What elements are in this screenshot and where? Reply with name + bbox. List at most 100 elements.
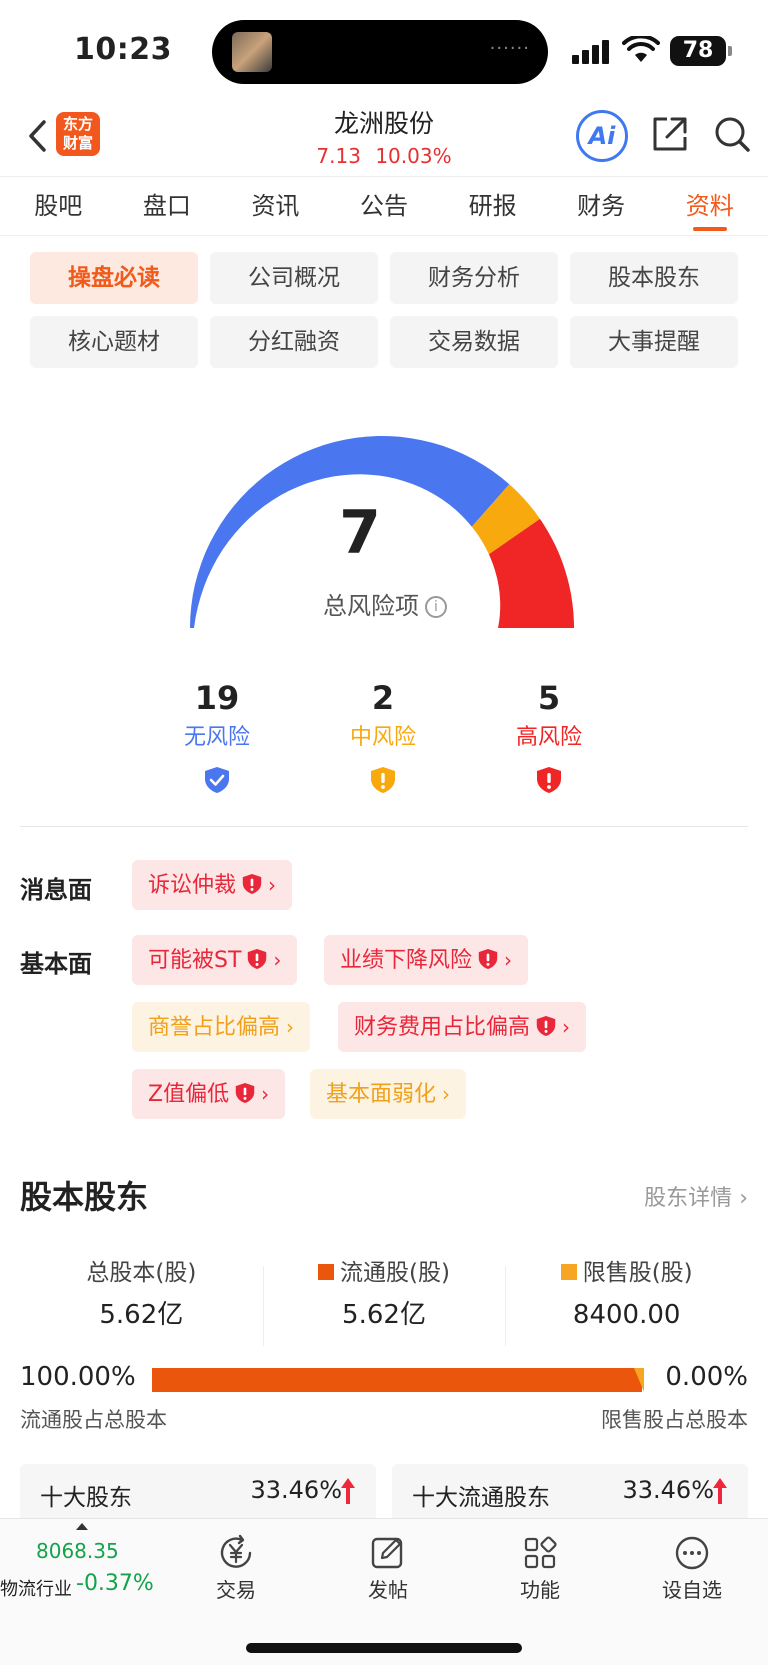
risk-tag-earnings-decline[interactable]: 业绩下降风险 › xyxy=(324,935,529,985)
industry-index-name[interactable]: 物流行业 xyxy=(0,1575,72,1601)
top10-float-shareholders-pct: 33.46% xyxy=(622,1476,714,1504)
float-legend-swatch xyxy=(318,1264,335,1280)
info-icon[interactable]: i xyxy=(425,596,447,618)
float-shares-label: 流通股(股) xyxy=(340,1260,450,1286)
restricted-shares-label: 限售股(股) xyxy=(582,1260,693,1286)
restricted-shares-value: 8400.00 xyxy=(572,1300,681,1330)
stock-header: 龙洲股份 7.13 10.03% 东方 财富 Ai xyxy=(0,100,768,176)
industry-index-change[interactable]: -0.37% xyxy=(76,1571,154,1596)
status-time: 10:23 xyxy=(74,32,172,67)
restricted-ratio-pct: 0.00% xyxy=(665,1362,748,1392)
main-tabs: 股吧 盘口 资讯 公告 研报 财务 资料 xyxy=(0,176,768,236)
shareholder-details-link[interactable]: 股东详情 › xyxy=(644,1180,748,1212)
submenu-trading-data[interactable]: 交易数据 xyxy=(390,316,558,368)
nav-trade[interactable]: 交易 xyxy=(186,1533,286,1607)
submenu-shareholders[interactable]: 股本股东 xyxy=(570,252,738,304)
tab-announcements[interactable]: 公告 xyxy=(330,177,439,235)
tab-guba[interactable]: 股吧 xyxy=(4,177,113,235)
risk-tag-goodwill-high[interactable]: 商誉占比偏高 › xyxy=(132,1002,311,1052)
risk-stat-high[interactable]: 5 高风险 xyxy=(466,676,632,794)
total-risk-count: 7 xyxy=(339,498,381,568)
chevron-right-icon: › xyxy=(504,948,513,972)
total-risk-label: 总风险项 i xyxy=(290,586,480,621)
share-capital-summary: 总股本(股) 5.62亿 流通股(股) 5.62亿 限售股(股) 8400.00 xyxy=(20,1256,748,1346)
total-shares-column: 总股本(股) 5.62亿 xyxy=(20,1256,263,1340)
yen-exchange-icon xyxy=(220,1534,252,1568)
float-shares-value: 5.62亿 xyxy=(342,1300,426,1330)
profile-submenu: 操盘必读 公司概况 财务分析 股本股东 核心题材 分红融资 交易数据 大事提醒 xyxy=(30,252,740,368)
submenu-financial-analysis[interactable]: 财务分析 xyxy=(390,252,558,304)
tab-pankou[interactable]: 盘口 xyxy=(113,177,222,235)
wifi-icon xyxy=(622,36,660,62)
back-arrow-icon[interactable] xyxy=(24,116,54,156)
island-waveform-icon: ······ xyxy=(489,38,530,59)
risk-stat-medium[interactable]: 2 中风险 xyxy=(300,676,466,794)
float-ratio-pct: 100.00% xyxy=(20,1362,136,1392)
risk-tag-fundamentals-weakening[interactable]: 基本面弱化 › xyxy=(310,1069,467,1119)
submenu-dividends-financing[interactable]: 分红融资 xyxy=(210,316,378,368)
shield-alert-icon xyxy=(537,767,561,793)
ai-assistant-button[interactable]: Ai xyxy=(576,110,628,162)
chevron-right-icon: › xyxy=(261,1082,270,1106)
news-aspect-label: 消息面 xyxy=(20,876,92,904)
arrow-up-icon xyxy=(341,1478,355,1504)
risk-tag-finance-cost-high[interactable]: 财务费用占比偏高 › xyxy=(338,1002,587,1052)
share-icon[interactable] xyxy=(650,114,690,154)
ratio-labels: 流通股占总股本 限售股占总股本 xyxy=(20,1404,748,1434)
live-activity-thumbnail xyxy=(232,32,272,72)
shield-alert-icon xyxy=(536,1016,556,1036)
medium-risk-label: 中风险 xyxy=(349,725,416,750)
shield-alert-icon xyxy=(242,874,262,894)
home-indicator xyxy=(246,1643,522,1653)
submenu-trading-guide[interactable]: 操盘必读 xyxy=(30,252,198,304)
risk-stat-none[interactable]: 19 无风险 xyxy=(134,676,300,794)
high-risk-label: 高风险 xyxy=(515,725,582,750)
search-icon[interactable] xyxy=(712,114,752,154)
total-shares-value: 5.62亿 xyxy=(99,1300,184,1330)
shield-alert-icon xyxy=(371,767,395,793)
restricted-legend-swatch xyxy=(560,1264,577,1280)
eastmoney-logo[interactable]: 东方 财富 xyxy=(56,112,100,156)
shield-check-icon xyxy=(205,767,229,793)
shareholders-title: 股本股东 xyxy=(20,1178,149,1216)
shield-alert-icon xyxy=(248,949,267,969)
share-ratio-row: 100.00% 0.00% xyxy=(20,1362,748,1398)
medium-risk-count: 2 xyxy=(371,679,395,717)
submenu-core-themes[interactable]: 核心题材 xyxy=(30,316,198,368)
shield-alert-icon xyxy=(478,949,498,969)
restricted-ratio-label: 限售股占总股本 xyxy=(601,1408,748,1432)
more-circle-icon xyxy=(675,1536,709,1570)
risk-tag-litigation[interactable]: 诉讼仲裁 › xyxy=(132,860,293,910)
risk-tag-z-score-low[interactable]: Z值偏低 › xyxy=(132,1069,286,1119)
nav-post-label: 发帖 xyxy=(368,1578,408,1602)
share-ratio-bar xyxy=(152,1368,644,1392)
risk-stats: 19 无风险 2 中风险 5 高风险 xyxy=(134,676,634,794)
dynamic-island: ······ xyxy=(212,20,548,84)
tab-profile[interactable]: 资料 xyxy=(655,177,764,235)
nav-add-watchlist-label: 设自选 xyxy=(662,1578,722,1602)
chevron-right-icon: › xyxy=(268,873,277,897)
chevron-right-icon: › xyxy=(286,1015,295,1039)
float-ratio-label: 流通股占总股本 xyxy=(20,1408,167,1432)
expand-up-icon[interactable] xyxy=(76,1523,88,1530)
submenu-major-events[interactable]: 大事提醒 xyxy=(570,316,738,368)
tab-finance[interactable]: 财务 xyxy=(547,177,656,235)
high-risk-count: 5 xyxy=(537,679,561,717)
tab-research[interactable]: 研报 xyxy=(438,177,547,235)
chevron-right-icon: › xyxy=(442,1082,451,1106)
nav-post[interactable]: 发帖 xyxy=(338,1533,438,1607)
chevron-right-icon: › xyxy=(562,1015,571,1039)
top10-shareholders-pct: 33.46% xyxy=(250,1476,342,1504)
risk-tag-possible-st[interactable]: 可能被ST › xyxy=(132,935,298,985)
cellular-signal-icon xyxy=(572,40,612,64)
nav-add-watchlist[interactable]: 设自选 xyxy=(642,1533,742,1607)
nav-functions[interactable]: 功能 xyxy=(490,1533,590,1607)
industry-index-value[interactable]: 8068.35 xyxy=(36,1539,119,1563)
submenu-company-overview[interactable]: 公司概况 xyxy=(210,252,378,304)
top10-float-shareholders-title: 十大流通股东 xyxy=(412,1485,550,1511)
shield-alert-icon xyxy=(235,1083,255,1103)
arrow-up-icon xyxy=(713,1478,727,1504)
tab-news[interactable]: 资讯 xyxy=(221,177,330,235)
nav-trade-label: 交易 xyxy=(216,1578,256,1602)
section-divider xyxy=(20,826,748,827)
